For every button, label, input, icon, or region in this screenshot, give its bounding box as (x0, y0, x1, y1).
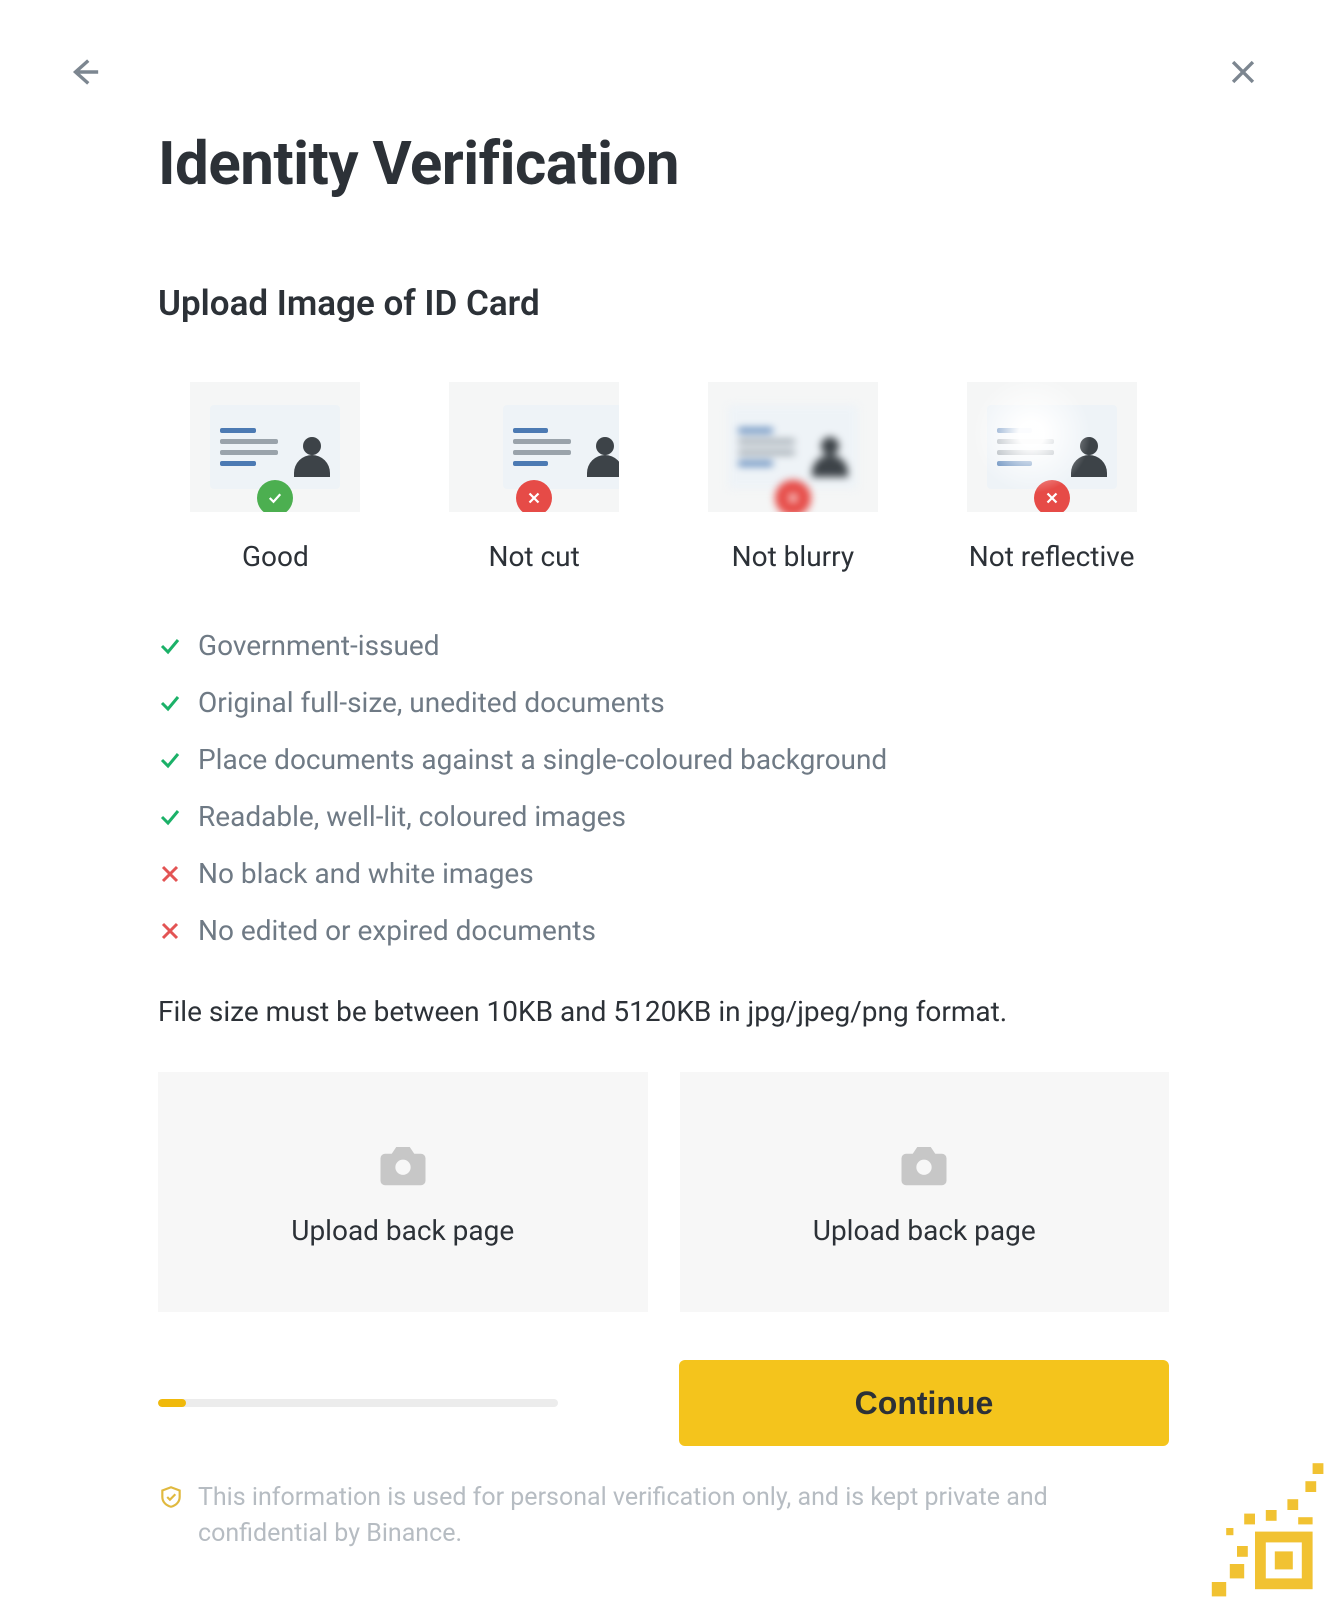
shield-check-icon (158, 1484, 184, 1510)
example-not-blurry: Not blurry (676, 382, 911, 573)
x-icon (775, 480, 811, 512)
camera-icon (897, 1138, 951, 1186)
requirement-item: Government-issued (158, 629, 1169, 662)
example-label-not-blurry: Not blurry (676, 540, 911, 573)
x-icon (1034, 480, 1070, 512)
requirement-text: Original full-size, unedited documents (198, 686, 665, 719)
x-icon (158, 862, 182, 886)
requirements-list: Government-issued Original full-size, une… (158, 629, 1169, 947)
checkmark-icon (257, 480, 293, 512)
page-title: Identity Verification (158, 128, 1169, 199)
requirement-item: No black and white images (158, 857, 1169, 890)
upload-back-label: Upload back page (813, 1214, 1036, 1247)
check-icon (158, 634, 182, 658)
privacy-note: This information is used for personal ve… (198, 1480, 1169, 1553)
upload-front-label: Upload back page (291, 1214, 514, 1247)
example-not-reflective: Not reflective (934, 382, 1169, 573)
x-icon (158, 919, 182, 943)
camera-icon (376, 1138, 430, 1186)
requirement-item: Place documents against a single-coloure… (158, 743, 1169, 776)
requirement-item: No edited or expired documents (158, 914, 1169, 947)
continue-button[interactable]: Continue (679, 1360, 1169, 1446)
qr-code-icon (1147, 1420, 1327, 1600)
section-title: Upload Image of ID Card (158, 283, 1169, 324)
requirement-text: No black and white images (198, 857, 534, 890)
requirement-text: No edited or expired documents (198, 914, 596, 947)
example-label-not-cut: Not cut (417, 540, 652, 573)
upload-front-box[interactable]: Upload back page (158, 1072, 648, 1312)
example-not-cut: Not cut (417, 382, 652, 573)
requirement-text: Readable, well-lit, coloured images (198, 800, 626, 833)
check-icon (158, 748, 182, 772)
upload-back-box[interactable]: Upload back page (680, 1072, 1170, 1312)
progress-bar (158, 1399, 558, 1407)
example-label-good: Good (158, 540, 393, 573)
requirement-item: Readable, well-lit, coloured images (158, 800, 1169, 833)
examples-row: Good Not cut (158, 382, 1169, 573)
example-label-not-reflective: Not reflective (934, 540, 1169, 573)
requirement-text: Place documents against a single-coloure… (198, 743, 887, 776)
check-icon (158, 805, 182, 829)
requirement-item: Original full-size, unedited documents (158, 686, 1169, 719)
check-icon (158, 691, 182, 715)
x-icon (516, 480, 552, 512)
requirement-text: Government-issued (198, 629, 440, 662)
file-size-note: File size must be between 10KB and 5120K… (158, 995, 1169, 1028)
example-good: Good (158, 382, 393, 573)
